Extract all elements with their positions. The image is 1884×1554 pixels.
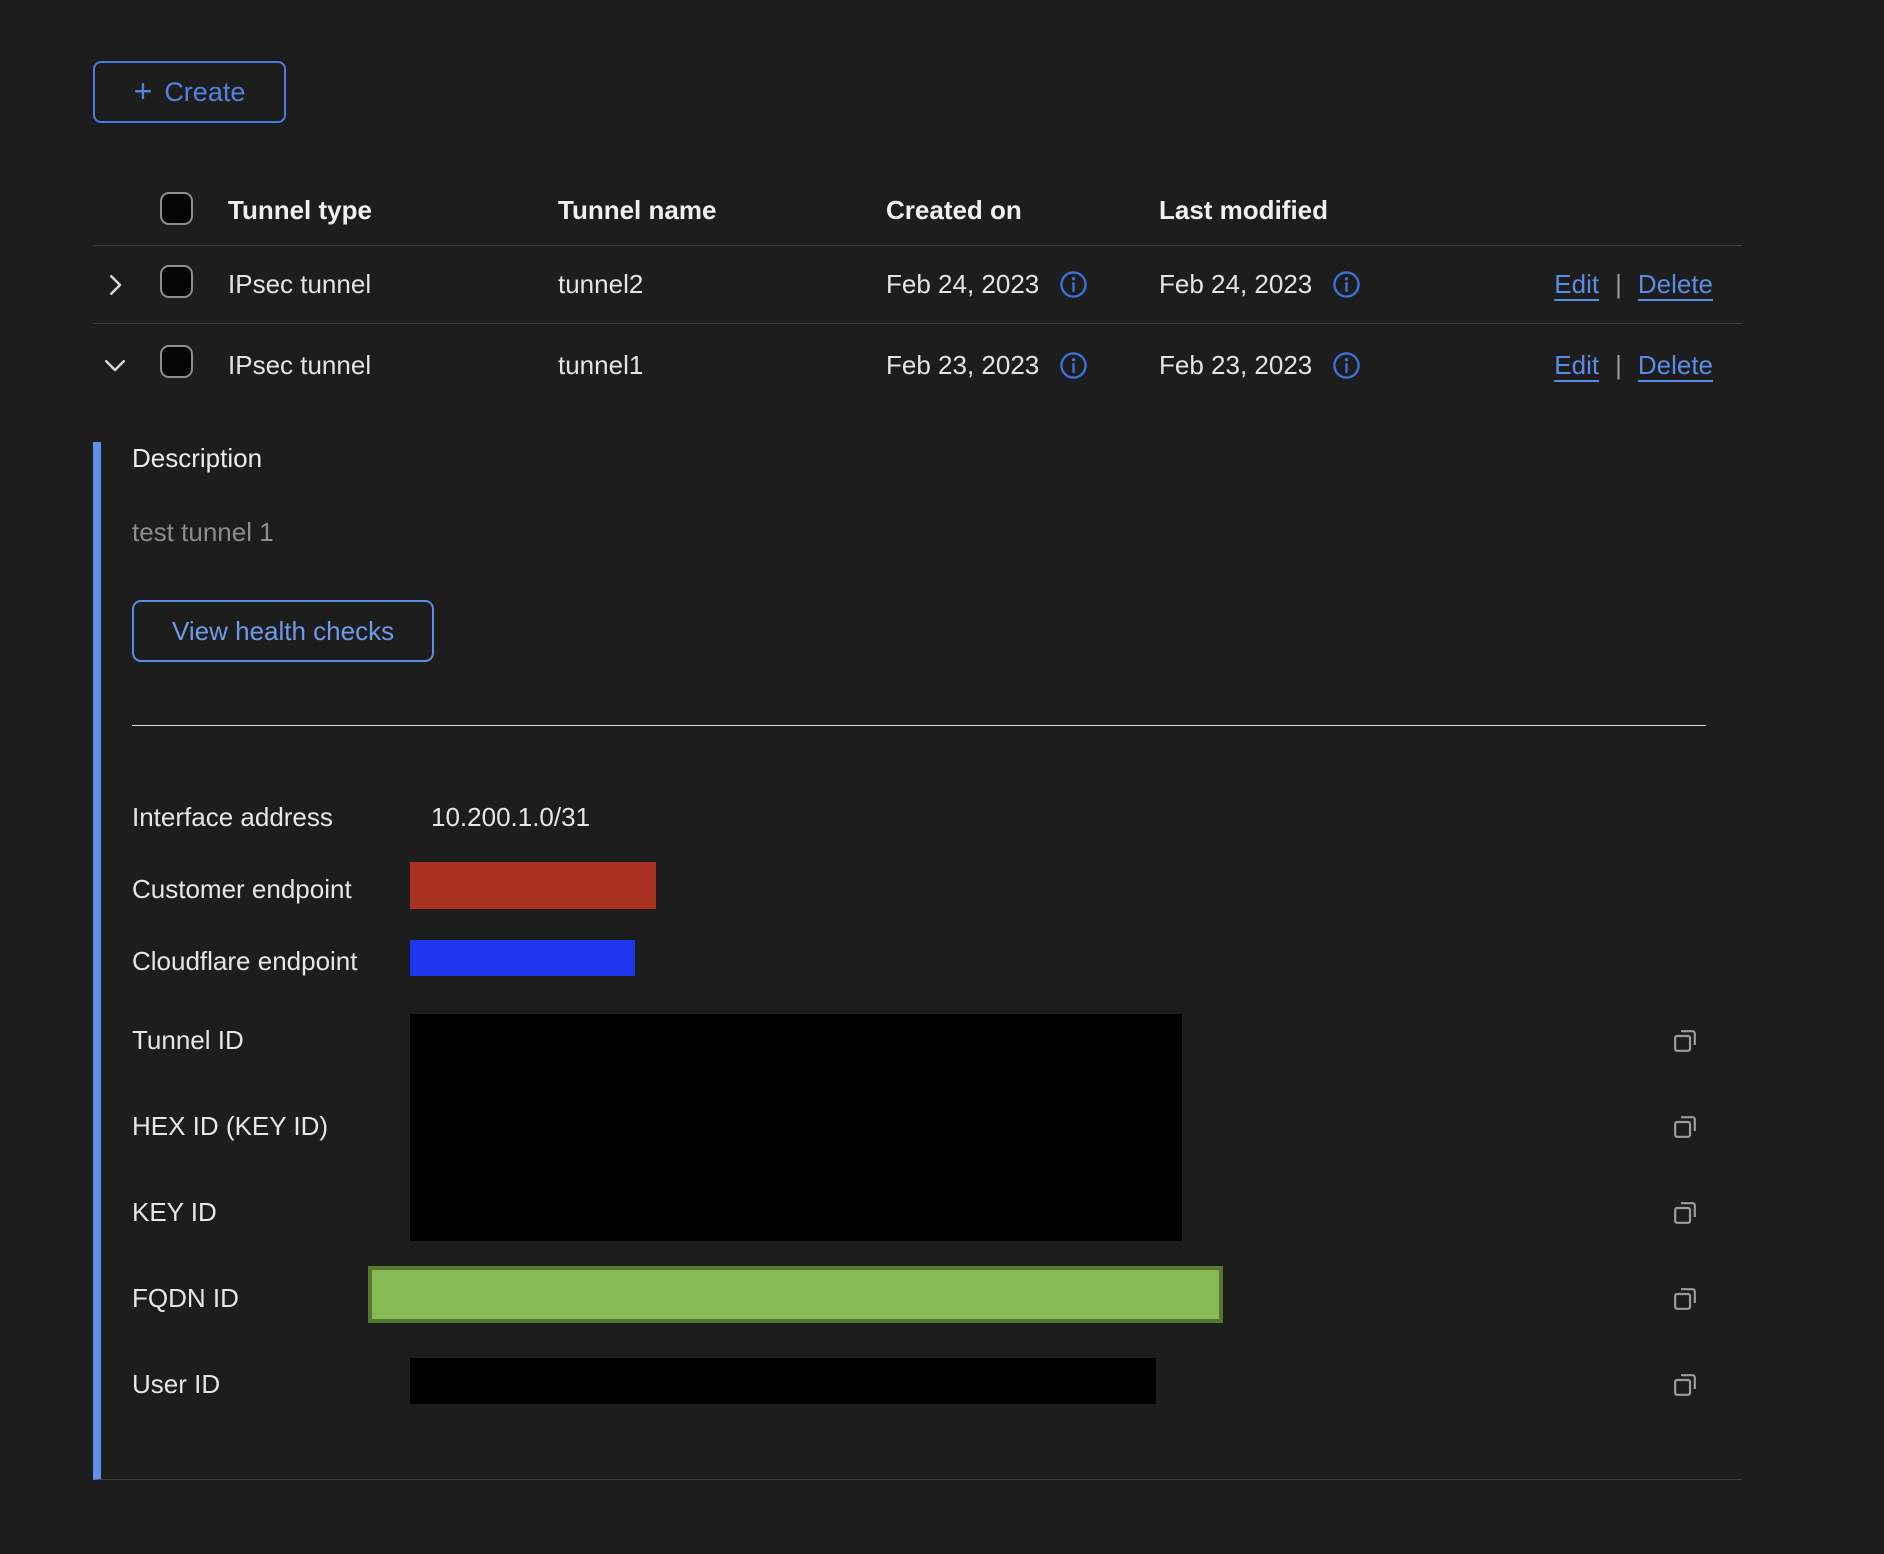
checkbox-cell bbox=[160, 345, 228, 385]
header-checkbox-cell bbox=[160, 192, 228, 230]
select-all-checkbox[interactable] bbox=[160, 192, 193, 225]
created-on-cell: Feb 23, 2023 bbox=[886, 350, 1159, 381]
last-modified-cell: Feb 24, 2023 bbox=[1159, 269, 1542, 300]
col-header-tunnel-name: Tunnel name bbox=[558, 195, 886, 226]
chevron-down-icon[interactable] bbox=[100, 350, 130, 380]
key-id-label: KEY ID bbox=[132, 1197, 410, 1228]
tunnel-id-label: Tunnel ID bbox=[132, 1025, 410, 1056]
field-row-cloudflare-endpoint: Cloudflare endpoint bbox=[132, 925, 1742, 997]
tunnel-type-cell: IPsec tunnel bbox=[228, 350, 558, 381]
interface-address-label: Interface address bbox=[132, 802, 410, 833]
created-on-value: Feb 24, 2023 bbox=[886, 269, 1039, 300]
copy-icon-fqdn-id[interactable] bbox=[1670, 1283, 1701, 1314]
redaction-block-black-user bbox=[410, 1358, 1156, 1404]
delete-link-tunnel1[interactable]: Delete bbox=[1638, 350, 1713, 381]
copy-icon-key-id[interactable] bbox=[1670, 1197, 1701, 1228]
expand-cell bbox=[93, 270, 160, 300]
tunnel-name-cell: tunnel1 bbox=[558, 350, 886, 381]
redaction-block-red bbox=[410, 862, 656, 909]
create-button-label: Create bbox=[164, 77, 245, 108]
row-checkbox-tunnel1[interactable] bbox=[160, 345, 193, 378]
last-modified-value: Feb 24, 2023 bbox=[1159, 269, 1312, 300]
hex-id-label: HEX ID (KEY ID) bbox=[132, 1111, 410, 1142]
action-separator: | bbox=[1615, 269, 1622, 300]
chevron-right-icon[interactable] bbox=[100, 270, 130, 300]
edit-link-tunnel1[interactable]: Edit bbox=[1554, 350, 1599, 381]
last-modified-value: Feb 23, 2023 bbox=[1159, 350, 1312, 381]
field-row-user-id: User ID bbox=[132, 1341, 1742, 1427]
table-row-tunnel2: IPsec tunnel tunnel2 Feb 24, 2023 Feb 24… bbox=[93, 246, 1742, 324]
fqdn-id-value bbox=[410, 1266, 1670, 1330]
cloudflare-endpoint-value bbox=[410, 940, 1670, 983]
table-row-tunnel1: IPsec tunnel tunnel1 Feb 23, 2023 Feb 23… bbox=[93, 324, 1742, 406]
created-on-value: Feb 23, 2023 bbox=[886, 350, 1039, 381]
redaction-block-green bbox=[368, 1266, 1223, 1323]
action-separator: | bbox=[1615, 350, 1622, 381]
section-divider bbox=[132, 725, 1706, 726]
create-button[interactable]: + Create bbox=[93, 61, 286, 123]
description-value: test tunnel 1 bbox=[132, 516, 1742, 548]
col-header-created-on: Created on bbox=[886, 195, 1159, 226]
actions-cell: Edit | Delete bbox=[1542, 350, 1742, 381]
edit-link-tunnel2[interactable]: Edit bbox=[1554, 269, 1599, 300]
copy-icon-tunnel-id[interactable] bbox=[1670, 1025, 1701, 1056]
info-icon[interactable] bbox=[1332, 351, 1361, 380]
col-header-last-modified: Last modified bbox=[1159, 195, 1542, 226]
customer-endpoint-label: Customer endpoint bbox=[132, 874, 410, 905]
tunnel-details-panel: Description test tunnel 1 View health ch… bbox=[93, 442, 1742, 1480]
redaction-block-black-ids bbox=[410, 1014, 1182, 1241]
actions-cell: Edit | Delete bbox=[1542, 269, 1742, 300]
user-id-label: User ID bbox=[132, 1369, 410, 1400]
view-health-checks-button[interactable]: View health checks bbox=[132, 600, 434, 662]
tunnel-name-cell: tunnel2 bbox=[558, 269, 886, 300]
checkbox-cell bbox=[160, 265, 228, 305]
info-icon[interactable] bbox=[1059, 270, 1088, 299]
expand-cell bbox=[93, 350, 160, 380]
tunnel-type-cell: IPsec tunnel bbox=[228, 269, 558, 300]
tunnel-fields: Interface address 10.200.1.0/31 Customer… bbox=[132, 781, 1742, 1427]
plus-icon: + bbox=[134, 75, 153, 107]
col-header-tunnel-type: Tunnel type bbox=[228, 195, 558, 226]
field-row-interface-address: Interface address 10.200.1.0/31 bbox=[132, 781, 1742, 853]
table-header-row: Tunnel type Tunnel name Created on Last … bbox=[93, 176, 1742, 246]
copy-icon-hex-id[interactable] bbox=[1670, 1111, 1701, 1142]
user-id-value bbox=[410, 1358, 1670, 1411]
created-on-cell: Feb 24, 2023 bbox=[886, 269, 1159, 300]
last-modified-cell: Feb 23, 2023 bbox=[1159, 350, 1542, 381]
info-icon[interactable] bbox=[1332, 270, 1361, 299]
customer-endpoint-value bbox=[410, 862, 1670, 916]
cloudflare-endpoint-label: Cloudflare endpoint bbox=[132, 946, 410, 977]
redaction-block-blue bbox=[410, 940, 635, 976]
row-checkbox-tunnel2[interactable] bbox=[160, 265, 193, 298]
field-row-customer-endpoint: Customer endpoint bbox=[132, 853, 1742, 925]
description-label: Description bbox=[132, 442, 1742, 474]
field-row-fqdn-id: FQDN ID bbox=[132, 1255, 1742, 1341]
info-icon[interactable] bbox=[1059, 351, 1088, 380]
tunnels-table: Tunnel type Tunnel name Created on Last … bbox=[93, 176, 1742, 1480]
interface-address-value: 10.200.1.0/31 bbox=[410, 802, 1670, 833]
tunnels-page: + Create Tunnel type Tunnel name Created… bbox=[0, 0, 1884, 1554]
copy-icon-user-id[interactable] bbox=[1670, 1369, 1701, 1400]
id-fields-group: Tunnel ID HEX ID (KEY ID) KEY ID bbox=[132, 997, 1742, 1255]
delete-link-tunnel2[interactable]: Delete bbox=[1638, 269, 1713, 300]
